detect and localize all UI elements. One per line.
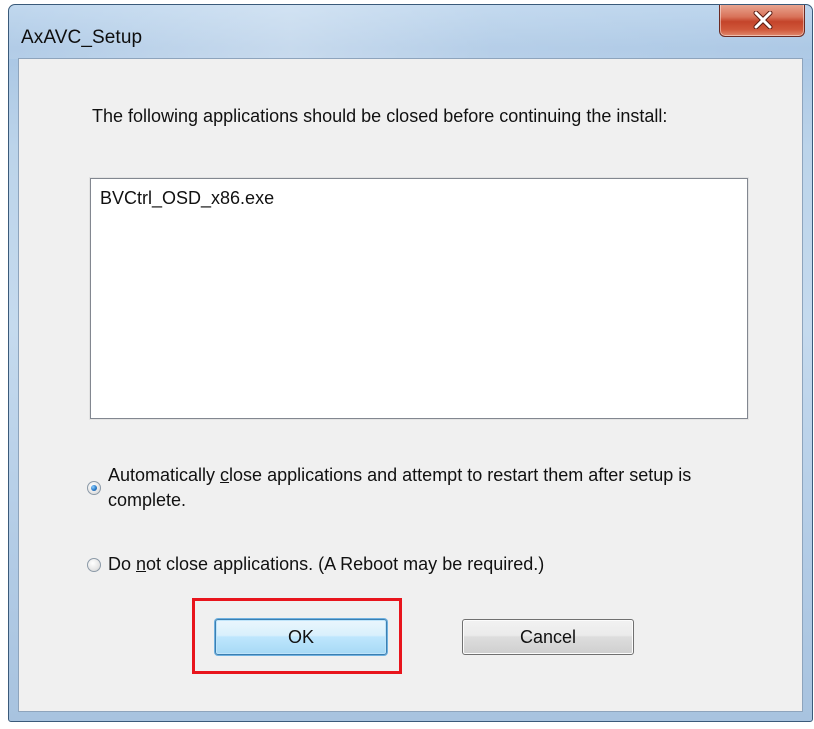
ok-button[interactable]: OK [215,619,387,655]
list-item[interactable]: BVCtrl_OSD_x86.exe [100,188,274,209]
window-title: AxAVC_Setup [21,27,143,48]
close-button[interactable] [719,5,805,37]
close-icon [753,11,773,29]
do-not-close-option[interactable]: Do not close applications. (A Reboot may… [87,552,728,577]
applications-list[interactable]: BVCtrl_OSD_x86.exe [89,177,749,420]
auto-close-option[interactable]: Automatically close applications and att… [87,463,728,513]
setup-dialog: AxAVC_Setup The following applications s… [8,4,813,722]
instruction-text: The following applications should be clo… [92,106,668,126]
do-not-close-radio[interactable] [87,558,101,572]
cancel-button[interactable]: Cancel [462,619,634,655]
do-not-close-label[interactable]: Do not close applications. (A Reboot may… [108,552,728,577]
title-bar[interactable]: AxAVC_Setup [9,5,812,59]
auto-close-label[interactable]: Automatically close applications and att… [108,463,728,513]
auto-close-radio[interactable] [87,481,101,495]
dialog-body: The following applications should be clo… [18,58,803,712]
